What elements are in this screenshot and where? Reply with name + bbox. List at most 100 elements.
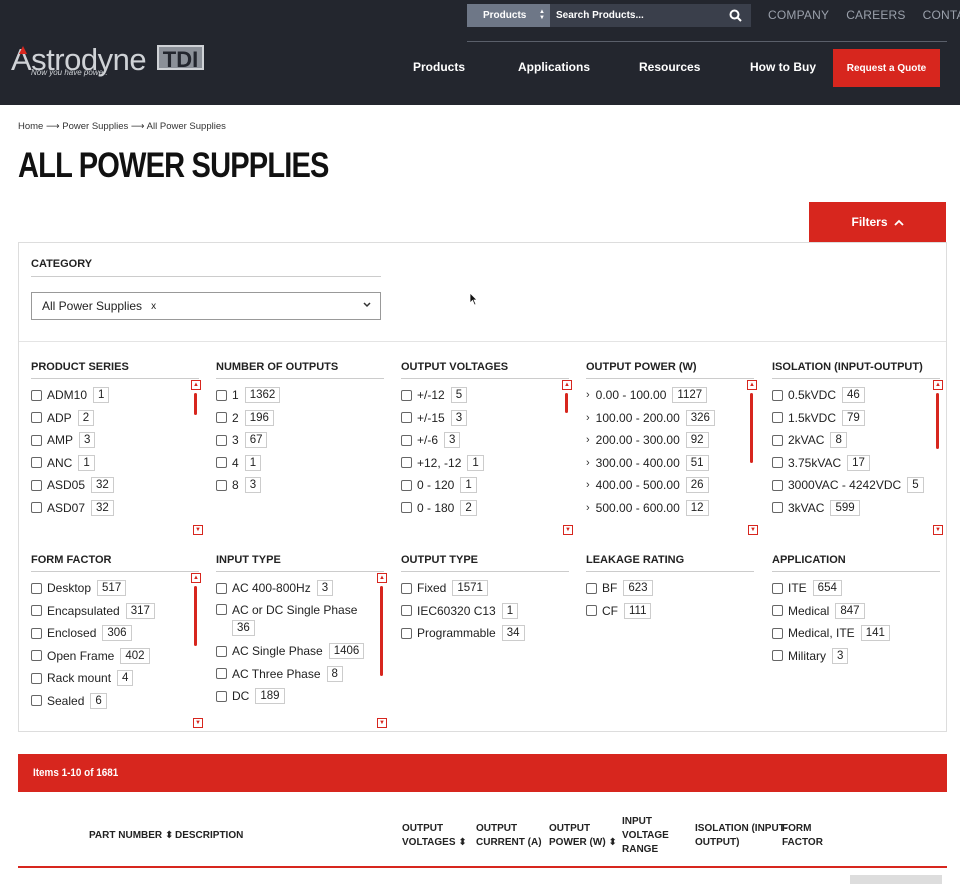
checkbox[interactable] (401, 457, 412, 468)
filter-option[interactable]: Enclosed 306 (31, 625, 132, 641)
checkbox[interactable] (401, 434, 412, 446)
filter-option[interactable]: AC Single Phase 1406 (216, 643, 365, 659)
scrollbar-thumb[interactable] (750, 393, 753, 463)
checkbox[interactable] (31, 457, 42, 468)
scroll-down-icon[interactable]: ▼ (933, 525, 943, 535)
filter-option[interactable]: 1.5kVDC 79 (772, 409, 865, 426)
breadcrumb-home[interactable]: Home (18, 121, 43, 132)
filter-option[interactable]: CF 111 (586, 602, 652, 619)
scroll-down-icon[interactable]: ▼ (563, 525, 573, 535)
logo[interactable]: Astrodyne TDI Now you have power. (11, 42, 206, 82)
scrollbar-thumb[interactable] (194, 586, 197, 646)
checkbox[interactable] (31, 389, 42, 401)
remove-category-icon[interactable]: x (151, 301, 156, 312)
filter-option[interactable]: Sealed 6 (31, 692, 107, 709)
filter-option[interactable]: 1 1362 (216, 387, 281, 403)
filter-option[interactable]: DC 189 (216, 688, 285, 704)
filter-option[interactable]: 41 (216, 454, 262, 471)
filter-option[interactable]: Medical 847 (772, 602, 865, 619)
search-input[interactable] (556, 10, 716, 21)
checkbox[interactable] (401, 389, 412, 401)
checkbox[interactable] (401, 502, 412, 513)
checkbox[interactable] (216, 668, 227, 679)
checkbox[interactable] (216, 434, 227, 446)
col-output-power[interactable]: OUTPUT POWER (W) ⬍ (549, 822, 617, 850)
nav-resources[interactable]: Resources (639, 60, 700, 74)
nav-how-to-buy[interactable]: How to Buy (750, 60, 816, 74)
checkbox[interactable] (772, 434, 783, 446)
nav-products[interactable]: Products (413, 60, 465, 74)
filter-option[interactable]: +/-6 3 (401, 432, 461, 448)
filter-option[interactable]: 2kVAC 8 (772, 432, 847, 448)
filter-option[interactable]: › 100.00 - 200.00 326 (586, 409, 715, 426)
filter-option[interactable]: Military 3 (772, 647, 849, 664)
careers-link[interactable]: CAREERS (846, 8, 905, 22)
checkbox[interactable] (216, 690, 227, 702)
checkbox[interactable] (31, 479, 42, 491)
checkbox[interactable] (401, 582, 412, 594)
filter-option[interactable]: Desktop 517 (31, 580, 127, 596)
filter-option[interactable]: 2 196 (216, 409, 274, 426)
scroll-down-icon[interactable]: ▼ (193, 525, 203, 535)
checkbox[interactable] (772, 479, 783, 491)
col-part-number[interactable]: PART NUMBER ⬍ (89, 829, 173, 843)
scroll-up-icon[interactable]: ▲ (377, 573, 387, 583)
scroll-up-icon[interactable]: ▲ (562, 380, 572, 390)
checkbox[interactable] (31, 605, 42, 616)
filter-option[interactable]: › 200.00 - 300.00 92 (586, 432, 709, 448)
filter-option[interactable]: Fixed 1571 (401, 580, 488, 596)
checkbox[interactable] (772, 582, 783, 594)
filter-option[interactable]: Open Frame 402 (31, 647, 150, 664)
checkbox[interactable] (586, 605, 597, 616)
checkbox[interactable] (216, 604, 227, 615)
filter-option[interactable]: › 400.00 - 500.00 26 (586, 477, 709, 493)
filter-option[interactable]: IEC60320 C13 1 (401, 602, 519, 619)
checkbox[interactable] (31, 502, 42, 513)
scroll-up-icon[interactable]: ▲ (933, 380, 943, 390)
scroll-up-icon[interactable]: ▲ (747, 380, 757, 390)
checkbox[interactable] (216, 389, 227, 401)
filter-option[interactable]: › 500.00 - 600.00 12 (586, 499, 709, 516)
scroll-up-icon[interactable]: ▲ (191, 380, 201, 390)
contact-link[interactable]: CONTACT (923, 8, 960, 22)
filter-option[interactable]: +/-15 3 (401, 409, 468, 426)
scroll-down-icon[interactable]: ▼ (193, 718, 203, 728)
filter-option[interactable]: ADM10 1 (31, 387, 110, 403)
filter-option[interactable]: 3.75kVAC 17 (772, 454, 870, 471)
checkbox[interactable] (772, 627, 783, 639)
filter-option[interactable]: ITE 654 (772, 580, 842, 596)
checkbox[interactable] (216, 582, 227, 594)
checkbox[interactable] (772, 605, 783, 616)
checkbox[interactable] (216, 412, 227, 423)
checkbox[interactable] (772, 412, 783, 423)
filter-option[interactable]: Medical, ITE 141 (772, 625, 890, 641)
scroll-down-icon[interactable]: ▼ (748, 525, 758, 535)
filter-option[interactable]: BF 623 (586, 580, 653, 596)
filter-option[interactable]: Rack mount 4 (31, 670, 134, 686)
scroll-up-icon[interactable]: ▲ (191, 573, 201, 583)
filter-option[interactable]: 83 (216, 477, 262, 493)
checkbox[interactable] (216, 479, 227, 491)
checkbox[interactable] (31, 582, 42, 594)
breadcrumb-power-supplies[interactable]: Power Supplies (62, 121, 128, 132)
checkbox[interactable] (31, 412, 42, 423)
checkbox[interactable] (586, 582, 597, 594)
nav-applications[interactable]: Applications (518, 60, 590, 74)
checkbox[interactable] (216, 645, 227, 657)
filter-option[interactable]: Encapsulated 317 (31, 602, 155, 619)
checkbox[interactable] (216, 457, 227, 468)
checkbox[interactable] (772, 502, 783, 513)
checkbox[interactable] (401, 412, 412, 423)
filter-option[interactable]: +/-12 5 (401, 387, 468, 403)
filter-option[interactable]: 0.5kVDC 46 (772, 387, 865, 403)
filter-option[interactable]: 0 - 180 2 (401, 499, 477, 516)
filter-option[interactable]: ASD05 32 (31, 477, 114, 493)
scrollbar-thumb[interactable] (380, 586, 383, 676)
filter-option[interactable]: 0 - 120 1 (401, 477, 477, 493)
checkbox[interactable] (401, 605, 412, 616)
filter-option[interactable]: ASD07 32 (31, 499, 114, 516)
filter-option[interactable]: AC 400-800Hz 3 (216, 580, 334, 596)
filter-option[interactable]: Programmable 34 (401, 625, 525, 641)
filter-option[interactable]: 3 67 (216, 432, 268, 448)
company-link[interactable]: COMPANY (768, 8, 829, 22)
